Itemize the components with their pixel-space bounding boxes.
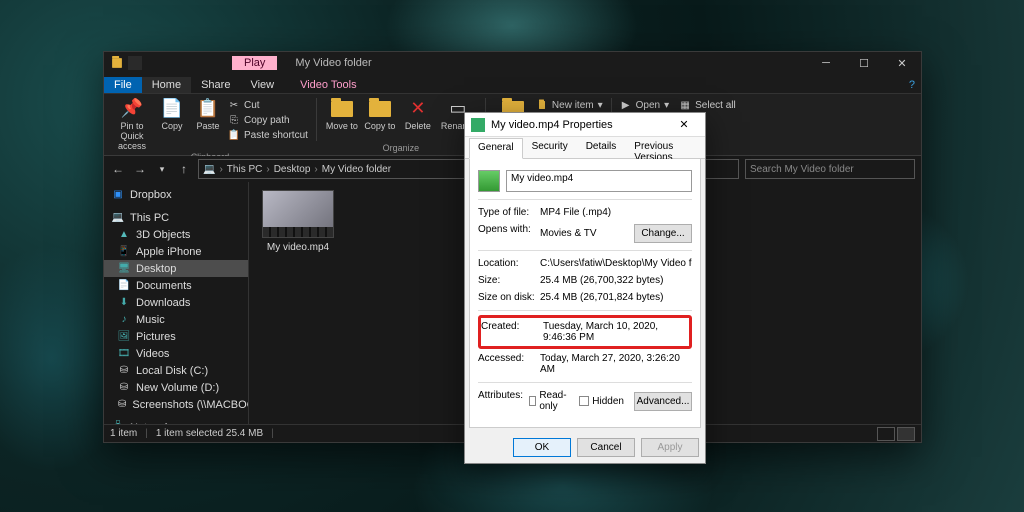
created-highlight: Created:Tuesday, March 10, 2020, 9:46:36…	[478, 315, 692, 349]
close-button[interactable]: ✕	[883, 52, 921, 74]
help-icon[interactable]: ?	[903, 77, 921, 93]
sidebar-videos[interactable]: 🎞Videos	[104, 345, 248, 362]
paste-shortcut-button[interactable]: 📋Paste shortcut	[228, 128, 308, 142]
crumb-folder[interactable]: My Video folder	[322, 164, 391, 175]
tab-security[interactable]: Security	[523, 137, 577, 158]
properties-titlebar[interactable]: My video.mp4 Properties ✕	[465, 113, 705, 137]
select-all-icon: ▦	[679, 99, 691, 111]
file-name-input[interactable]: My video.mp4	[506, 170, 692, 192]
accessed-value: Today, March 27, 2020, 3:26:20 AM	[540, 353, 692, 375]
video-thumbnail	[262, 190, 334, 238]
status-count: 1 item	[110, 428, 137, 439]
sidebar-screenshots[interactable]: ⛁Screenshots (\\MACBOOK...	[104, 396, 248, 413]
group-organize-label: Organize	[383, 143, 420, 155]
select-all-button[interactable]: ▦Select all	[679, 98, 736, 112]
properties-footer: OK Cancel Apply	[465, 432, 705, 463]
sidebar-apple-iphone[interactable]: 📱Apple iPhone	[104, 243, 248, 260]
folder-icon	[110, 56, 124, 70]
sidebar-documents[interactable]: 📄Documents	[104, 277, 248, 294]
sidebar-desktop[interactable]: 🖥Desktop	[104, 260, 248, 277]
copy-path-button[interactable]: ⎘Copy path	[228, 113, 308, 127]
copy-button[interactable]: 📄Copy	[156, 96, 188, 132]
type-of-file: MP4 File (.mp4)	[540, 207, 692, 218]
delete-button[interactable]: ✕Delete	[401, 96, 435, 132]
apply-button[interactable]: Apply	[641, 438, 699, 457]
copy-to-button[interactable]: Copy to	[363, 96, 397, 132]
shortcut-icon: 📋	[228, 129, 240, 141]
crumb-this-pc[interactable]: This PC	[227, 164, 263, 175]
status-selected: 1 item selected 25.4 MB	[156, 428, 263, 439]
tab-video-tools[interactable]: Video Tools	[290, 77, 366, 93]
file-type-icon	[471, 118, 485, 132]
created-value: Tuesday, March 10, 2020, 9:46:36 PM	[543, 321, 689, 343]
copy-icon: 📄	[161, 98, 183, 120]
file-big-icon	[478, 170, 500, 192]
sidebar-downloads[interactable]: ⬇Downloads	[104, 294, 248, 311]
sidebar-3d-objects[interactable]: ▲3D Objects	[104, 226, 248, 243]
size-on-disk-value: 25.4 MB (26,701,824 bytes)	[540, 292, 692, 303]
cancel-button[interactable]: Cancel	[577, 438, 635, 457]
sidebar-new-volume-d[interactable]: ⛁New Volume (D:)	[104, 379, 248, 396]
open-button[interactable]: ▶Open ▾	[620, 98, 670, 112]
sidebar-pictures[interactable]: 🖼Pictures	[104, 328, 248, 345]
sidebar-this-pc[interactable]: 💻This PC	[104, 209, 248, 226]
properties-title: My video.mp4 Properties	[491, 119, 613, 131]
opens-with-value: Movies & TV	[540, 228, 597, 239]
sidebar-music[interactable]: ♪Music	[104, 311, 248, 328]
file-label: My video.mp4	[257, 242, 339, 253]
search-input[interactable]: Search My Video folder	[745, 159, 915, 179]
ribbon-tabs: File Home Share View Video Tools ?	[104, 74, 921, 94]
tab-details[interactable]: Details	[577, 137, 626, 158]
pin-icon: 📌	[121, 98, 143, 120]
nav-recent-button[interactable]: ▾	[154, 164, 170, 175]
nav-sidebar[interactable]: ▣Dropbox 💻This PC ▲3D Objects 📱Apple iPh…	[104, 182, 249, 424]
cut-button[interactable]: ✂Cut	[228, 98, 308, 112]
paste-button[interactable]: 📋Paste	[192, 96, 224, 132]
properties-dialog: My video.mp4 Properties ✕ General Securi…	[464, 112, 706, 464]
properties-tabs: General Security Details Previous Versio…	[465, 137, 705, 159]
tab-share[interactable]: Share	[191, 77, 240, 93]
file-item-video[interactable]: My video.mp4	[257, 190, 339, 253]
properties-body: My video.mp4 Type of file:MP4 File (.mp4…	[469, 159, 701, 428]
tab-previous-versions[interactable]: Previous Versions	[625, 137, 705, 158]
hidden-checkbox[interactable]: Hidden	[579, 396, 624, 407]
delete-icon: ✕	[407, 98, 429, 120]
readonly-checkbox[interactable]: Read-only	[529, 390, 569, 412]
copy-path-icon: ⎘	[228, 114, 240, 126]
qat-icon[interactable]	[128, 56, 142, 70]
contextual-tab-play[interactable]: Play	[232, 56, 277, 70]
open-icon: ▶	[620, 99, 632, 111]
tab-home[interactable]: Home	[142, 77, 191, 93]
ok-button[interactable]: OK	[513, 438, 571, 457]
titlebar[interactable]: Play My Video folder ─ ☐ ✕	[104, 52, 921, 74]
pin-quick-access-button[interactable]: 📌Pin to Quick access	[112, 96, 152, 152]
tab-file[interactable]: File	[104, 77, 142, 93]
cut-icon: ✂	[228, 99, 240, 111]
view-details-button[interactable]	[877, 427, 895, 441]
location-value: C:\Users\fatiw\Desktop\My Video folder	[540, 258, 692, 269]
sidebar-dropbox[interactable]: ▣Dropbox	[104, 186, 248, 203]
tab-general[interactable]: General	[469, 138, 523, 159]
size-value: 25.4 MB (26,700,322 bytes)	[540, 275, 692, 286]
new-item-button[interactable]: New item ▾	[536, 98, 603, 112]
pc-icon: 💻	[203, 164, 215, 175]
window-title: My Video folder	[295, 57, 371, 69]
change-app-button[interactable]: Change...	[634, 224, 692, 243]
move-to-button[interactable]: Move to	[325, 96, 359, 132]
crumb-desktop[interactable]: Desktop	[274, 164, 311, 175]
advanced-button[interactable]: Advanced...	[634, 392, 692, 411]
minimize-button[interactable]: ─	[807, 52, 845, 74]
nav-back-button[interactable]: ←	[110, 162, 126, 176]
properties-close-button[interactable]: ✕	[669, 118, 699, 131]
nav-up-button[interactable]: ↑	[176, 162, 192, 176]
paste-icon: 📋	[197, 98, 219, 120]
nav-forward-button[interactable]: →	[132, 162, 148, 176]
maximize-button[interactable]: ☐	[845, 52, 883, 74]
sidebar-local-disk-c[interactable]: ⛁Local Disk (C:)	[104, 362, 248, 379]
view-icons-button[interactable]	[897, 427, 915, 441]
tab-view[interactable]: View	[240, 77, 284, 93]
